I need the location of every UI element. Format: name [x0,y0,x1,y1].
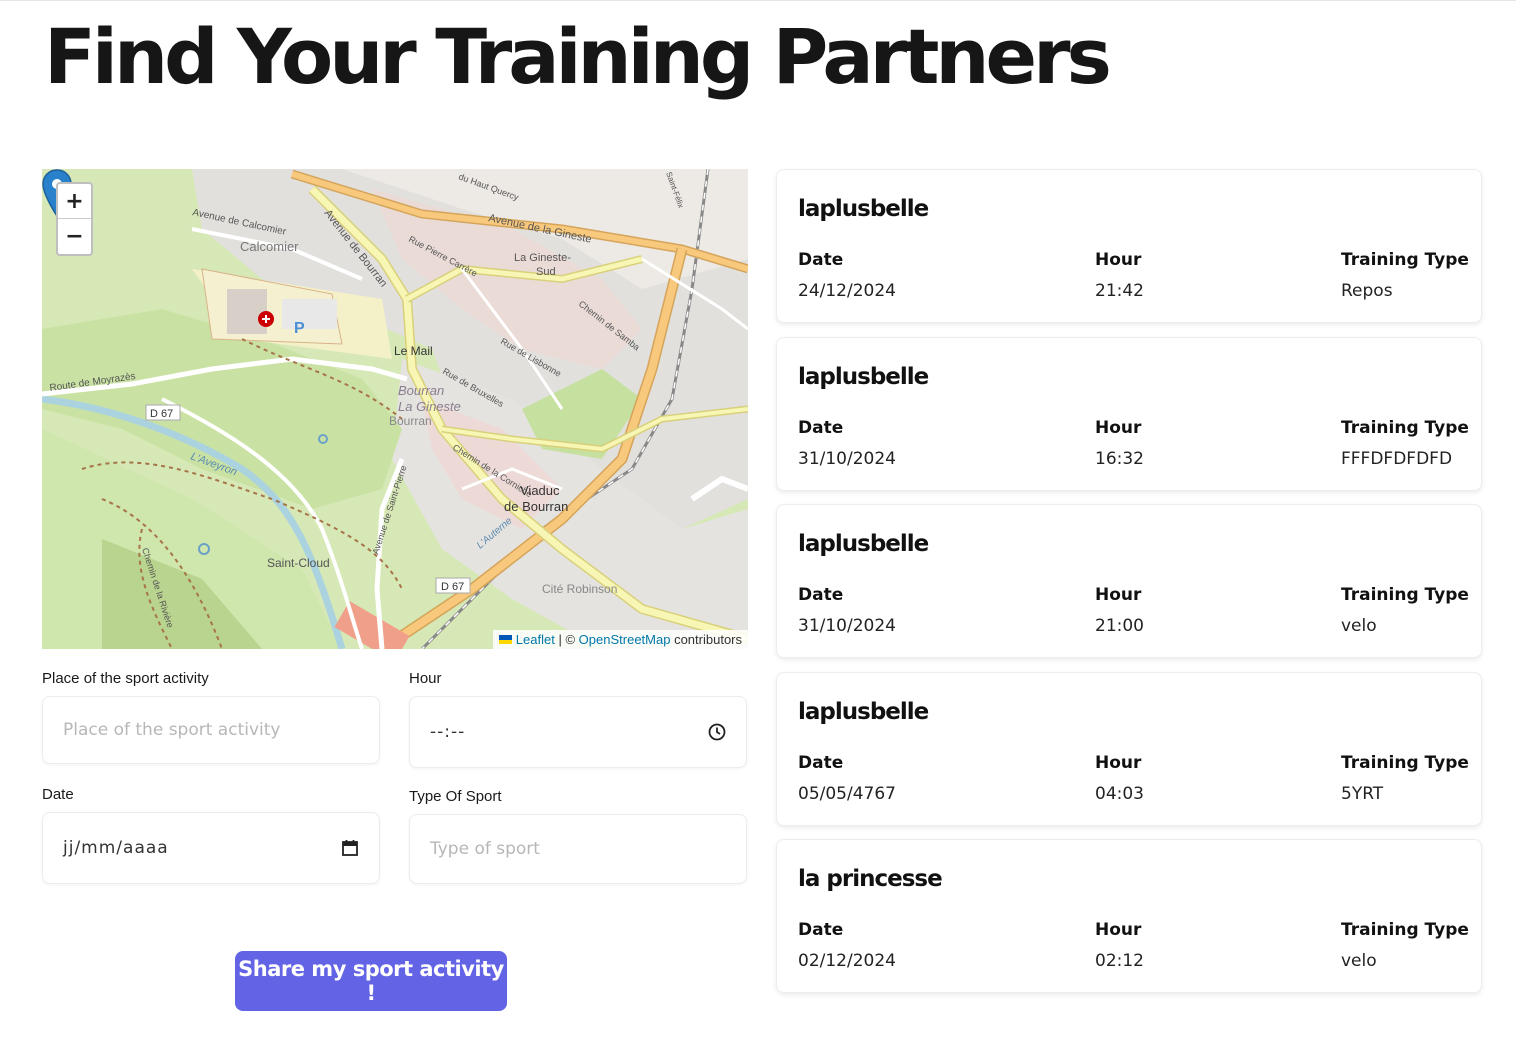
map-label: Saint-Cloud [267,556,330,570]
map-label: Bourran [398,383,444,398]
card-username: laplusbelle [798,196,929,222]
place-input[interactable] [42,696,380,764]
date-value: 31/10/2024 [798,616,896,636]
hour-value: 21:00 [1095,616,1144,636]
hour-header: Hour [1095,585,1142,605]
map-tiles[interactable]: P Avenue de Calcomier Calcomier Avenue d… [42,169,748,649]
date-value: 05/05/4767 [798,783,896,804]
date-header: Date [798,585,844,605]
activity-card: laplusbelle Date 05/05/4767 Hour 04:03 Tra… [776,671,1482,826]
map-label: Calcomier [240,239,299,254]
date-header: Date [798,250,844,270]
training-type-header: Training Type [1341,250,1469,270]
parking-icon: P [294,320,305,337]
hour-value: --:-- [430,722,466,742]
card-username: laplusbelle [798,698,929,725]
calendar-icon[interactable] [341,839,359,857]
hour-value: 04:03 [1095,783,1144,804]
training-type-header: Training Type [1341,585,1469,605]
date-value: 31/10/2024 [798,448,896,469]
map-label: D 67 [441,581,464,593]
map[interactable]: P Avenue de Calcomier Calcomier Avenue d… [42,169,748,649]
sport-label: Type Of Sport [409,788,502,805]
hour-header: Hour [1095,417,1142,438]
training-type-value: velo [1341,951,1377,971]
card-username: la princesse [798,866,943,892]
training-type-value: 5YRT [1341,783,1384,804]
map-label: Cité Robinson [542,582,617,596]
training-type-header: Training Type [1341,417,1469,438]
hour-input[interactable]: --:-- [409,696,747,768]
date-value: 24/12/2024 [798,281,896,301]
card-username: laplusbelle [798,363,929,390]
hour-header: Hour [1095,752,1142,773]
page-title: Find Your Training Partners [44,12,1112,101]
training-type-value: FFFDFDFDFD [1341,448,1453,469]
activity-card: laplusbelle Date 31/10/2024 Hour 21:00 Tra… [776,504,1482,658]
map-label: La Gineste- [514,252,571,264]
date-value: 02/12/2024 [798,951,896,971]
map-label: de Bourran [504,499,568,514]
attribution-separator: | © [558,632,576,647]
zoom-out-button[interactable]: − [58,219,91,254]
hour-value: 16:32 [1095,448,1144,469]
activity-card: la princesse Date 02/12/2024 Hour 02:12 Tr… [776,839,1482,993]
date-header: Date [798,920,844,940]
zoom-in-button[interactable]: + [58,184,91,219]
leaflet-link[interactable]: Leaflet [516,632,555,647]
map-label: Viaduc [520,483,560,498]
hour-header: Hour [1095,920,1142,940]
hour-label: Hour [409,670,442,687]
date-header: Date [798,752,844,773]
sport-input[interactable] [409,814,747,884]
activity-card: laplusbelle Date 31/10/2024 Hour 16:32 Tra… [776,336,1482,491]
zoom-control: + − [56,182,93,256]
map-label: Sud [536,266,556,278]
hour-header: Hour [1095,250,1142,270]
clock-icon[interactable] [708,723,726,741]
map-label: Le Mail [394,344,433,358]
attribution-suffix: contributors [674,632,742,647]
ukraine-flag-icon [498,635,512,644]
hour-value: 21:42 [1095,281,1144,301]
training-type-header: Training Type [1341,920,1469,940]
card-username: laplusbelle [798,531,929,557]
date-header: Date [798,417,844,438]
share-activity-button[interactable]: Share my sport activity ! [235,951,507,1011]
date-input[interactable]: jj/mm/aaaa [42,812,380,884]
place-label: Place of the sport activity [42,670,209,687]
training-type-header: Training Type [1341,752,1469,773]
hour-value: 02:12 [1095,951,1144,971]
map-attribution: Leaflet | © OpenStreetMap contributors [492,630,748,649]
training-type-value: velo [1341,616,1377,636]
top-border [0,0,1516,1]
training-type-value: Repos [1341,281,1393,301]
date-label: Date [42,786,74,803]
date-value: jj/mm/aaaa [63,838,169,858]
openstreetmap-link[interactable]: OpenStreetMap [579,632,671,647]
map-label: La Gineste [398,399,461,414]
map-label: Bourran [389,414,432,428]
map-label: D 67 [150,408,173,420]
activity-card: laplusbelle Date 24/12/2024 Hour 21:42 Tra… [776,169,1482,323]
activity-list: laplusbelle Date 24/12/2024 Hour 21:42 Tra… [776,169,1482,1007]
